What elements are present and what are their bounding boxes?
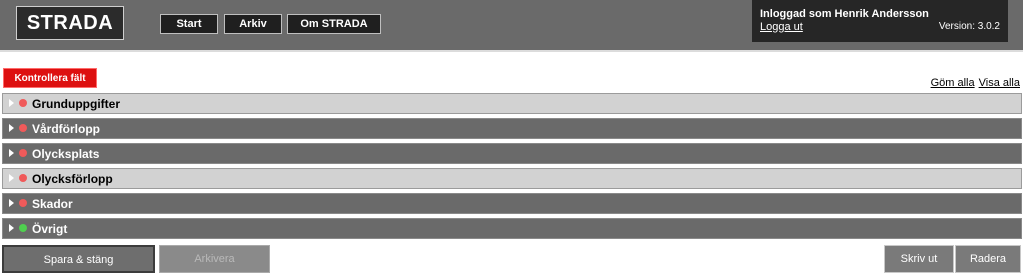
- user-panel: Inloggad som Henrik Andersson Logga ut V…: [752, 0, 1008, 42]
- section-olycksplats[interactable]: Olycksplats: [2, 143, 1022, 164]
- status-dot-icon: [19, 99, 27, 107]
- form-sections: Grunduppgifter Vårdförlopp Olycksplats O…: [2, 93, 1022, 243]
- expand-arrow-icon: [9, 224, 14, 232]
- status-dot-icon: [19, 124, 27, 132]
- nav-archive-button[interactable]: Arkiv: [224, 14, 282, 34]
- section-label: Vårdförlopp: [32, 122, 100, 136]
- delete-button[interactable]: Radera: [955, 245, 1021, 273]
- logged-in-label: Inloggad som Henrik Andersson: [760, 8, 929, 20]
- expand-collapse-links: Göm alla Visa alla: [931, 77, 1020, 89]
- expand-arrow-icon: [9, 149, 14, 157]
- section-grunduppgifter[interactable]: Grunduppgifter: [2, 93, 1022, 114]
- nav-start-button[interactable]: Start: [160, 14, 218, 34]
- section-vardforlopp[interactable]: Vårdförlopp: [2, 118, 1022, 139]
- status-dot-icon: [19, 174, 27, 182]
- strada-logo: STRADA: [16, 6, 124, 40]
- nav-about-button[interactable]: Om STRADA: [287, 14, 381, 34]
- expand-arrow-icon: [9, 124, 14, 132]
- status-dot-icon: [19, 224, 27, 232]
- status-dot-icon: [19, 199, 27, 207]
- section-skador[interactable]: Skador: [2, 193, 1022, 214]
- archive-button[interactable]: Arkivera: [159, 245, 270, 273]
- hide-all-link[interactable]: Göm alla: [931, 77, 975, 89]
- expand-arrow-icon: [9, 174, 14, 182]
- section-label: Grunduppgifter: [32, 97, 120, 111]
- status-dot-icon: [19, 149, 27, 157]
- section-olycksforlopp[interactable]: Olycksförlopp: [2, 168, 1022, 189]
- app-header: STRADA Start Arkiv Om STRADA Inloggad so…: [0, 0, 1023, 52]
- logout-link[interactable]: Logga ut: [760, 21, 803, 33]
- expand-arrow-icon: [9, 199, 14, 207]
- check-fields-button[interactable]: Kontrollera fält: [3, 68, 97, 88]
- version-label: Version: 3.0.2: [938, 21, 1000, 32]
- section-label: Olycksförlopp: [32, 172, 113, 186]
- print-button[interactable]: Skriv ut: [884, 245, 954, 273]
- section-ovrigt[interactable]: Övrigt: [2, 218, 1022, 239]
- expand-arrow-icon: [9, 99, 14, 107]
- section-label: Olycksplats: [32, 147, 100, 161]
- section-label: Skador: [32, 197, 73, 211]
- section-label: Övrigt: [32, 222, 68, 236]
- show-all-link[interactable]: Visa alla: [979, 77, 1020, 89]
- save-close-button[interactable]: Spara & stäng: [2, 245, 155, 273]
